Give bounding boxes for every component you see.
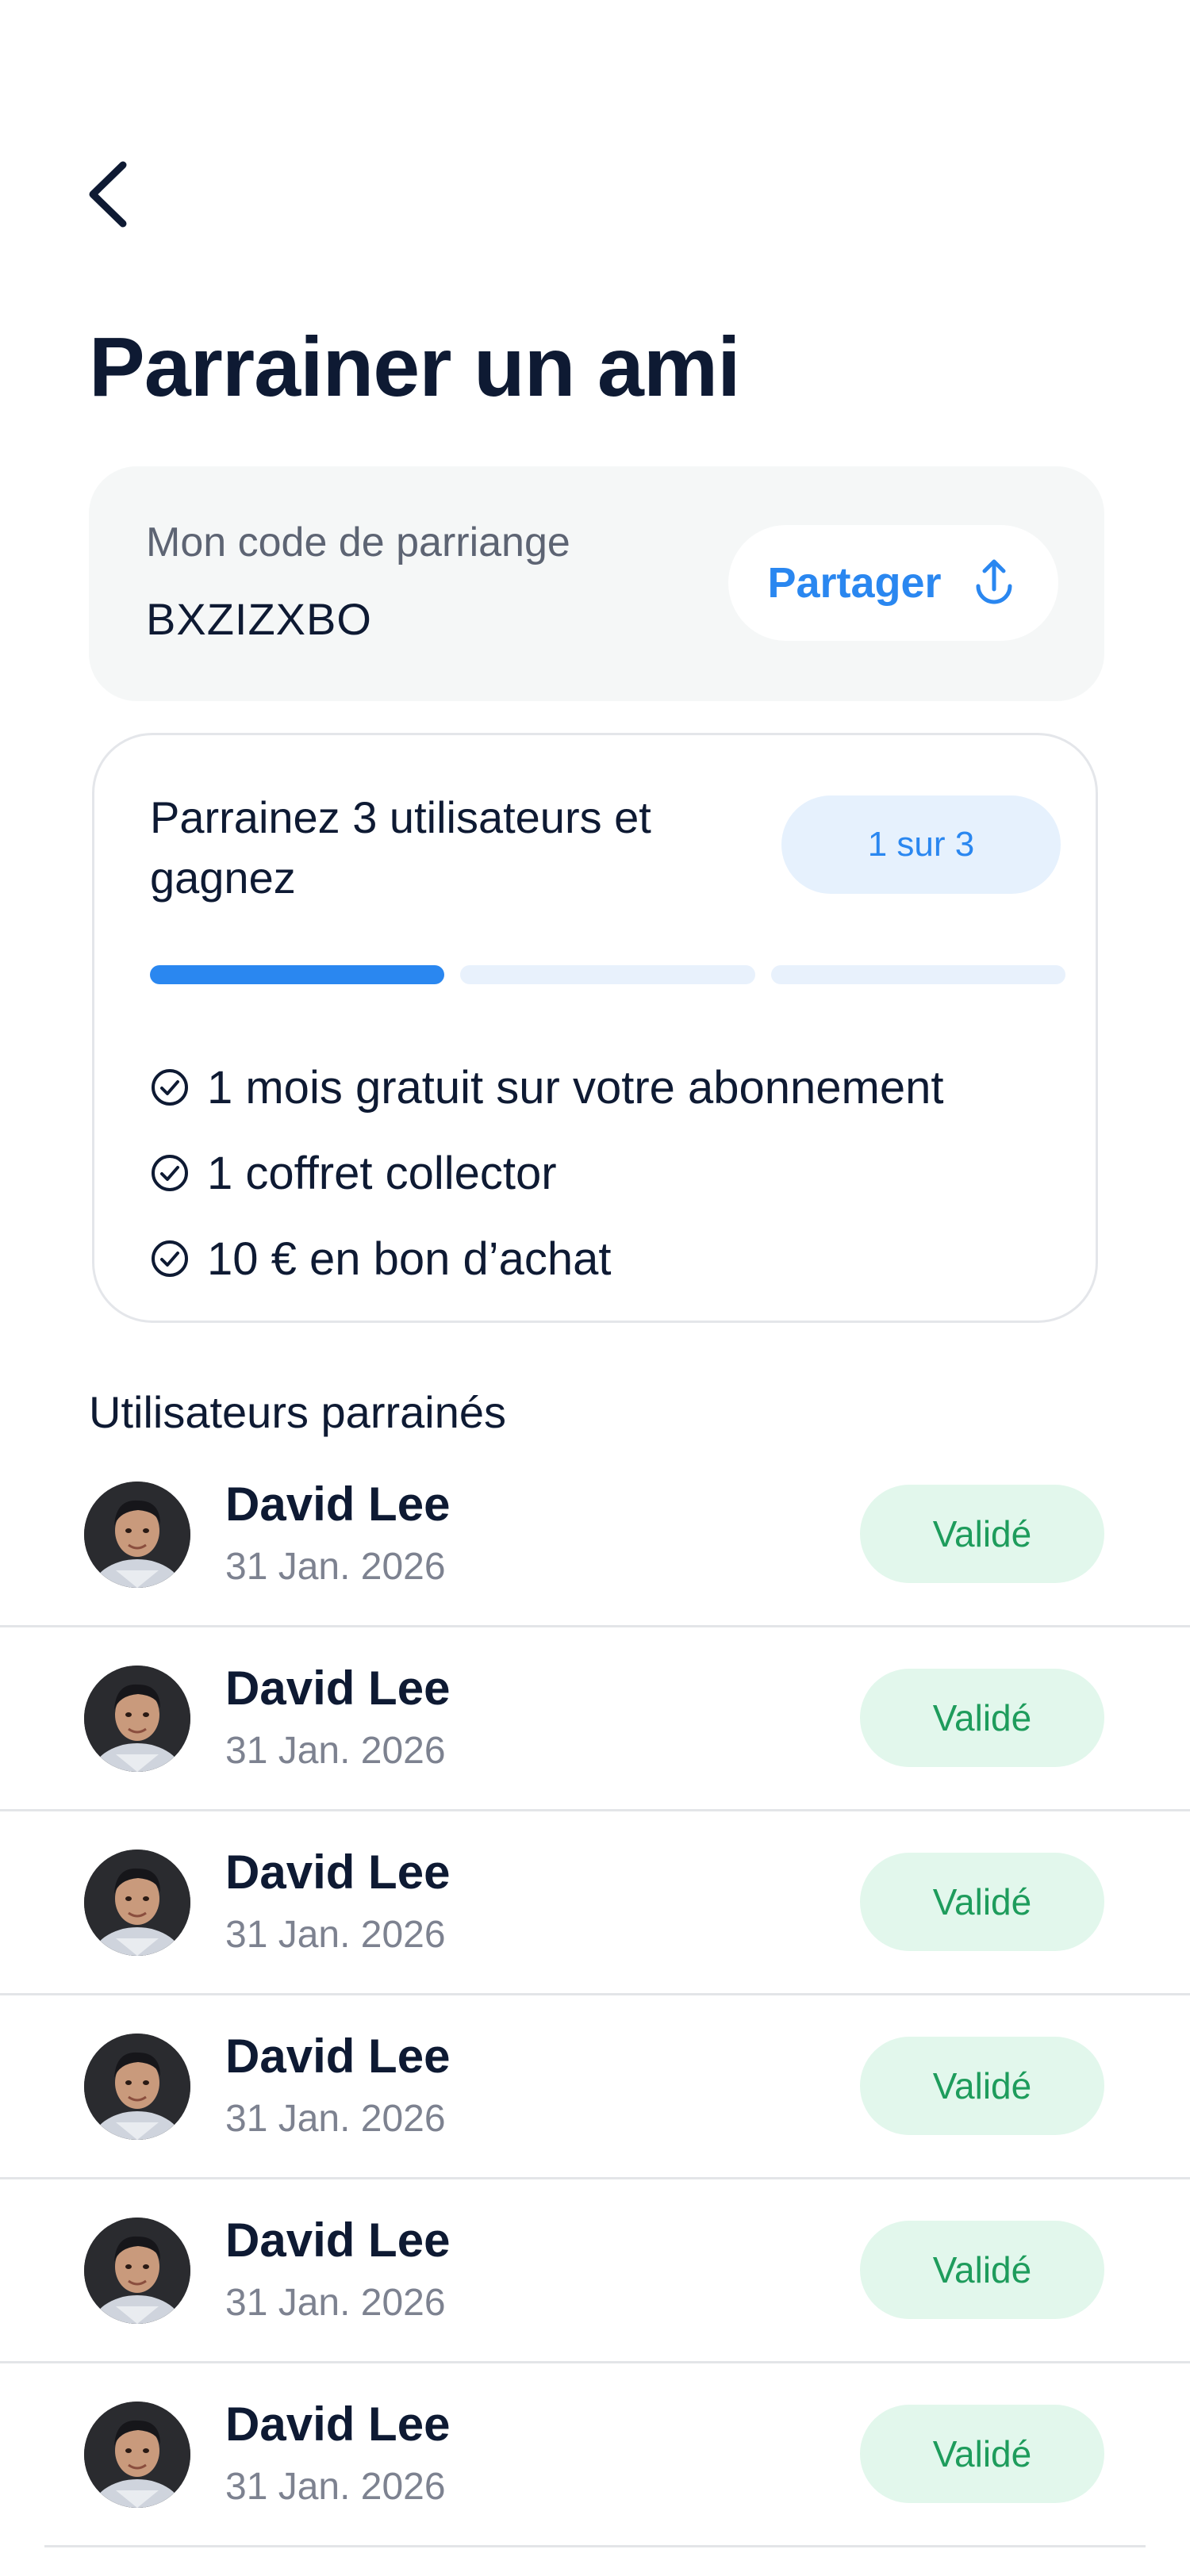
status-badge: Validé: [860, 1485, 1104, 1583]
progress-segment: [150, 965, 445, 984]
back-button[interactable]: [79, 159, 135, 230]
share-button-label: Partager: [767, 559, 942, 607]
avatar-image: [84, 2034, 190, 2140]
check-circle-icon: [152, 1240, 188, 1277]
referral-name: David Lee: [225, 1662, 451, 1715]
referral-name: David Lee: [225, 1846, 451, 1899]
progress-bar: [150, 965, 1065, 984]
referral-name: David Lee: [225, 2398, 451, 2451]
referral-code-card: Mon code de parriange BXZIZXBO Partager: [89, 466, 1104, 701]
progress-badge: 1 sur 3: [781, 795, 1061, 894]
referrals-list: David Lee 31 Jan. 2026 Validé David Lee 31 …: [0, 1443, 1190, 2547]
share-upload-icon: [976, 559, 1012, 604]
avatar-image: [84, 2218, 190, 2324]
referral-code-label: Mon code de parriange: [146, 519, 570, 565]
check-circle-icon: [152, 1069, 188, 1106]
avatar: [84, 2034, 190, 2140]
benefit-item: 1 coffret collector: [150, 1130, 943, 1216]
progress-segment: [460, 965, 755, 984]
page-title: Parrainer un ami: [89, 320, 741, 414]
benefit-label: 1 mois gratuit sur votre abonnement: [207, 1061, 944, 1114]
referral-date: 31 Jan. 2026: [225, 2466, 446, 2508]
referral-name: David Lee: [225, 2214, 451, 2267]
referral-date: 31 Jan. 2026: [225, 2282, 446, 2324]
avatar-image: [84, 1482, 190, 1588]
share-button[interactable]: Partager: [728, 525, 1058, 641]
benefits-list: 1 mois gratuit sur votre abonnement 1 cof…: [150, 1045, 943, 1301]
progress-segment: [770, 965, 1065, 984]
avatar: [84, 2218, 190, 2324]
status-badge: Validé: [860, 1669, 1104, 1767]
avatar: [84, 1666, 190, 1772]
status-badge: Validé: [860, 2221, 1104, 2319]
benefit-label: 10 € en bon d’achat: [207, 1232, 612, 1285]
avatar-image: [84, 1666, 190, 1772]
referral-row[interactable]: David Lee 31 Jan. 2026 Validé: [0, 2179, 1190, 2363]
referral-date: 31 Jan. 2026: [225, 2098, 446, 2140]
chevron-left-icon: [89, 161, 127, 228]
referral-code-value: BXZIZXBO: [146, 594, 372, 644]
referral-row[interactable]: David Lee 31 Jan. 2026 Validé: [0, 1811, 1190, 1995]
referral-date: 31 Jan. 2026: [225, 1546, 446, 1588]
benefit-item: 10 € en bon d’achat: [150, 1216, 943, 1301]
check-circle-icon: [152, 1155, 188, 1191]
referral-page: Parrainer un ami Mon code de parriange B…: [0, 0, 1190, 2576]
status-badge: Validé: [860, 1853, 1104, 1951]
avatar-image: [84, 1850, 190, 1956]
referral-row[interactable]: David Lee 31 Jan. 2026 Validé: [0, 1443, 1190, 1627]
referral-row[interactable]: David Lee 31 Jan. 2026 Validé: [44, 2363, 1146, 2547]
referral-date: 31 Jan. 2026: [225, 1730, 446, 1772]
benefit-item: 1 mois gratuit sur votre abonnement: [150, 1045, 943, 1130]
referral-date: 31 Jan. 2026: [225, 1914, 446, 1956]
reward-card: Parrainez 3 utilisateurs et gagnez 1 sur…: [92, 733, 1098, 1323]
avatar-image: [84, 2402, 190, 2508]
reward-title: Parrainez 3 utilisateurs et gagnez: [150, 792, 651, 903]
status-badge: Validé: [860, 2037, 1104, 2135]
referral-row[interactable]: David Lee 31 Jan. 2026 Validé: [0, 1995, 1190, 2179]
avatar: [84, 1482, 190, 1588]
referrals-title: Utilisateurs parrainés: [89, 1387, 506, 1437]
referral-row[interactable]: David Lee 31 Jan. 2026 Validé: [0, 1627, 1190, 1811]
avatar: [84, 2402, 190, 2508]
referral-name: David Lee: [225, 1478, 451, 1531]
benefit-label: 1 coffret collector: [207, 1147, 557, 1199]
referral-name: David Lee: [225, 2030, 451, 2083]
status-badge: Validé: [860, 2405, 1104, 2503]
avatar: [84, 1850, 190, 1956]
